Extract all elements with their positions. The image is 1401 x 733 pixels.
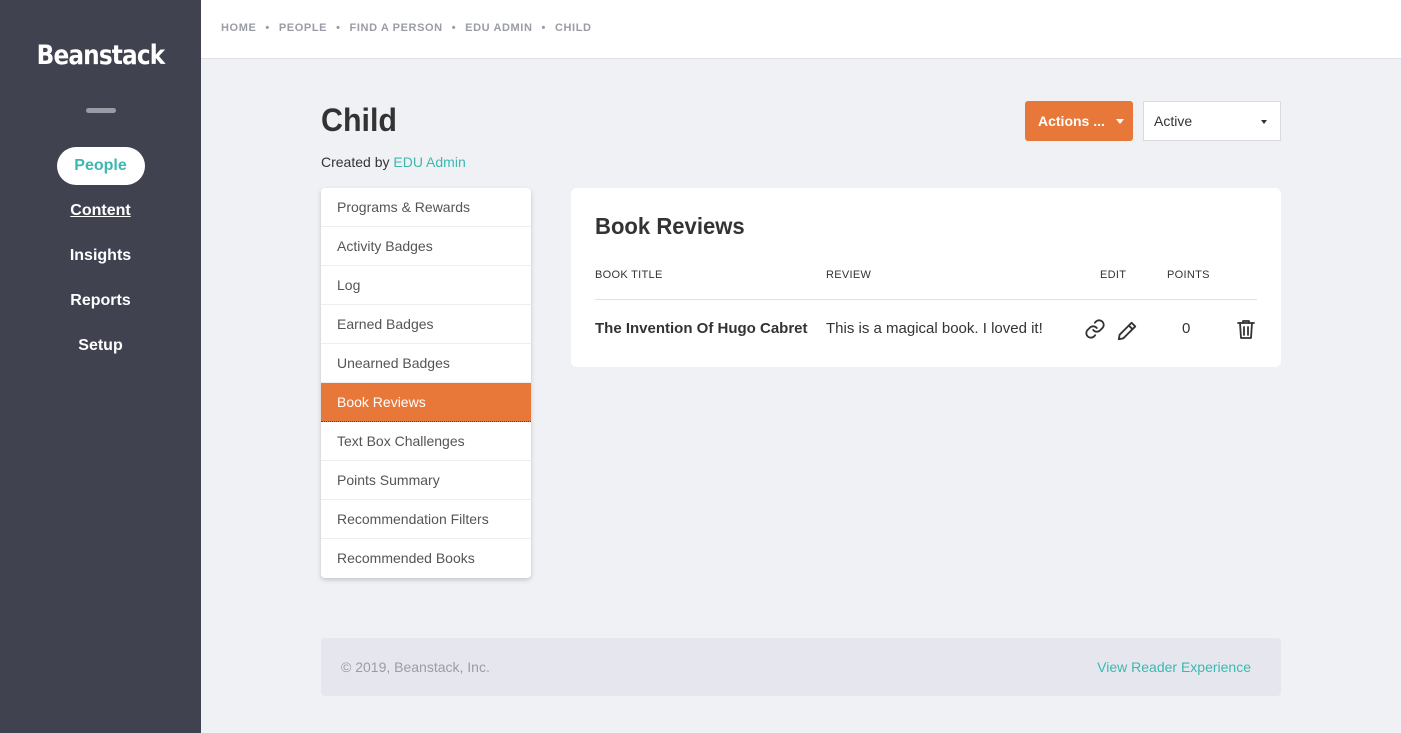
copyright-text: © 2019, Beanstack, Inc. (341, 659, 490, 675)
footer: © 2019, Beanstack, Inc. View Reader Expe… (321, 638, 1281, 696)
breadcrumb-separator: • (265, 22, 270, 34)
sidebar-nav: People Content Insights Reports Setup (0, 147, 201, 372)
breadcrumb: HOME • PEOPLE • FIND A PERSON • EDU ADMI… (221, 22, 592, 34)
breadcrumb-separator: • (541, 22, 546, 34)
section-menu: Programs & Rewards Activity Badges Log E… (321, 188, 531, 578)
breadcrumb-separator: • (451, 22, 457, 34)
menu-item-recommendation-filters[interactable]: Recommendation Filters (321, 500, 531, 539)
sidebar-divider (86, 108, 116, 113)
column-header-book-title: BOOK TITLE (595, 269, 663, 281)
view-reader-experience-link[interactable]: View Reader Experience (1097, 659, 1251, 675)
page-title: Child (321, 102, 397, 138)
trash-icon[interactable] (1236, 319, 1256, 345)
cell-review: This is a magical book. I loved it! (826, 320, 1043, 337)
menu-item-programs-rewards[interactable]: Programs & Rewards (321, 188, 531, 227)
top-bar: HOME • PEOPLE • FIND A PERSON • EDU ADMI… (201, 0, 1401, 59)
sidebar: Beanstack People Content Insights Report… (0, 0, 201, 733)
status-select-value: Active (1154, 113, 1193, 129)
breadcrumb-find-a-person[interactable]: FIND A PERSON (350, 22, 443, 34)
column-header-points: POINTS (1167, 269, 1210, 281)
column-header-edit: EDIT (1100, 269, 1127, 281)
link-icon[interactable] (1084, 318, 1106, 345)
menu-item-points-summary[interactable]: Points Summary (321, 461, 531, 500)
breadcrumb-home[interactable]: HOME (221, 22, 256, 34)
caret-down-icon (1261, 120, 1267, 124)
sidebar-item-reports[interactable]: Reports (0, 282, 201, 320)
cell-book-title: The Invention Of Hugo Cabret (595, 320, 808, 337)
created-by: Created by EDU Admin (321, 154, 466, 170)
menu-item-text-box-challenges[interactable]: Text Box Challenges (321, 422, 531, 461)
menu-item-unearned-badges[interactable]: Unearned Badges (321, 344, 531, 383)
menu-item-activity-badges[interactable]: Activity Badges (321, 227, 531, 266)
menu-item-recommended-books[interactable]: Recommended Books (321, 539, 531, 578)
table-divider (595, 299, 1257, 300)
menu-item-earned-badges[interactable]: Earned Badges (321, 305, 531, 344)
column-header-review: REVIEW (826, 269, 872, 281)
cell-points: 0 (1182, 320, 1191, 337)
sidebar-item-insights[interactable]: Insights (0, 237, 201, 275)
book-reviews-card: Book Reviews BOOK TITLE REVIEW EDIT POIN… (571, 188, 1281, 367)
breadcrumb-people[interactable]: PEOPLE (279, 22, 327, 34)
caret-down-icon (1115, 118, 1124, 124)
breadcrumb-separator: • (336, 22, 341, 34)
created-by-link[interactable]: EDU Admin (393, 154, 465, 170)
breadcrumb-child: CHILD (554, 22, 592, 34)
sidebar-item-people[interactable]: People (56, 147, 145, 185)
created-by-prefix: Created by (321, 154, 390, 170)
status-select[interactable]: Active (1143, 101, 1281, 141)
sidebar-item-content[interactable]: Content (0, 192, 201, 230)
menu-item-log[interactable]: Log (321, 266, 531, 305)
actions-button-label: Actions ... (1038, 113, 1105, 129)
card-title: Book Reviews (595, 213, 745, 239)
beanstack-logo[interactable]: Beanstack (14, 40, 187, 71)
sidebar-item-setup[interactable]: Setup (0, 327, 201, 365)
breadcrumb-edu-admin[interactable]: EDU ADMIN (465, 22, 532, 34)
actions-button[interactable]: Actions ... (1025, 101, 1133, 141)
pencil-icon[interactable] (1116, 320, 1138, 347)
menu-item-book-reviews[interactable]: Book Reviews (321, 383, 531, 422)
